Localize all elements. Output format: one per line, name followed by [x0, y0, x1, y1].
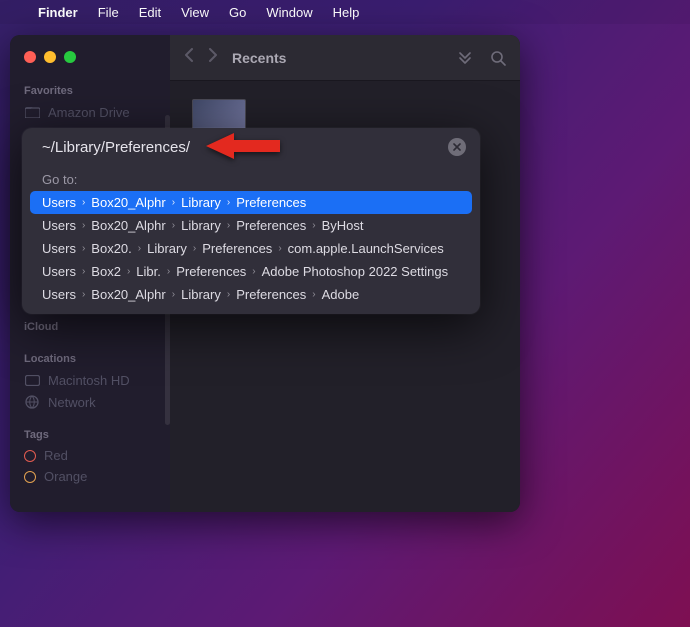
- goto-suggestion-list: Users›Box20_Alphr›Library›PreferencesUse…: [22, 191, 480, 306]
- goto-suggestion-item[interactable]: Users›Box20.›Library›Preferences›com.app…: [30, 237, 472, 260]
- path-segment: Preferences: [202, 241, 272, 256]
- chevron-right-icon: ›: [161, 266, 176, 277]
- goto-suggestion-item[interactable]: Users›Box2›Libr.›Preferences›Adobe Photo…: [30, 260, 472, 283]
- clear-input-button[interactable]: [448, 138, 466, 156]
- drive-icon: [24, 372, 40, 388]
- path-segment: Box20.: [91, 241, 131, 256]
- chevron-right-icon: ›: [166, 289, 181, 300]
- path-segment: Adobe: [322, 287, 360, 302]
- sidebar-section-icloud: iCloud: [10, 311, 170, 337]
- chevron-right-icon: ›: [221, 197, 236, 208]
- path-segment: Box2: [91, 264, 121, 279]
- sidebar-tag-red[interactable]: Red: [10, 445, 170, 466]
- goto-path-input[interactable]: [42, 139, 448, 156]
- back-button[interactable]: [184, 48, 194, 67]
- sidebar-section-tags: Tags: [10, 419, 170, 445]
- path-segment: Library: [181, 195, 221, 210]
- path-segment: Box20_Alphr: [91, 195, 165, 210]
- overflow-icon[interactable]: [456, 50, 474, 66]
- menubar-file[interactable]: File: [98, 5, 119, 20]
- path-segment: Library: [181, 218, 221, 233]
- close-button[interactable]: [24, 51, 36, 63]
- folder-icon: [24, 104, 40, 120]
- chevron-right-icon: ›: [76, 266, 91, 277]
- path-segment: ByHost: [322, 218, 364, 233]
- chevron-right-icon: ›: [221, 220, 236, 231]
- chevron-right-icon: ›: [306, 220, 321, 231]
- sidebar-item-macintosh-hd[interactable]: Macintosh HD: [10, 369, 170, 391]
- path-segment: Library: [181, 287, 221, 302]
- zoom-button[interactable]: [64, 51, 76, 63]
- sidebar-item-label: Amazon Drive: [48, 105, 130, 120]
- network-icon: [24, 394, 40, 410]
- sidebar-item-amazon-drive[interactable]: Amazon Drive: [10, 101, 170, 123]
- goto-suggestion-item[interactable]: Users›Box20_Alphr›Library›Preferences›By…: [30, 214, 472, 237]
- chevron-right-icon: ›: [187, 243, 202, 254]
- menubar-help[interactable]: Help: [333, 5, 360, 20]
- go-to-folder-sheet: Go to: Users›Box20_Alphr›Library›Prefere…: [22, 128, 480, 314]
- finder-toolbar: Recents: [170, 35, 520, 81]
- sidebar-item-label: Macintosh HD: [48, 373, 130, 388]
- sidebar-item-label: Red: [44, 448, 68, 463]
- chevron-right-icon: ›: [76, 220, 91, 231]
- sidebar-item-label: Network: [48, 395, 96, 410]
- path-segment: Preferences: [236, 218, 306, 233]
- goto-suggestion-item[interactable]: Users›Box20_Alphr›Library›Preferences: [30, 191, 472, 214]
- window-controls: [10, 43, 170, 75]
- path-segment: Preferences: [176, 264, 246, 279]
- path-segment: Adobe Photoshop 2022 Settings: [262, 264, 448, 279]
- sidebar-section-locations: Locations: [10, 343, 170, 369]
- sidebar-section-favorites: Favorites: [10, 75, 170, 101]
- chevron-right-icon: ›: [121, 266, 136, 277]
- path-segment: Box20_Alphr: [91, 218, 165, 233]
- path-segment: Library: [147, 241, 187, 256]
- path-segment: Preferences: [236, 195, 306, 210]
- menubar-view[interactable]: View: [181, 5, 209, 20]
- menubar-window[interactable]: Window: [266, 5, 312, 20]
- goto-label: Go to:: [22, 166, 480, 191]
- path-segment: Users: [42, 195, 76, 210]
- forward-button[interactable]: [208, 48, 218, 67]
- menubar-go[interactable]: Go: [229, 5, 246, 20]
- chevron-right-icon: ›: [166, 220, 181, 231]
- window-title: Recents: [232, 50, 442, 66]
- chevron-right-icon: ›: [246, 266, 261, 277]
- search-icon[interactable]: [490, 50, 506, 66]
- sidebar-item-network[interactable]: Network: [10, 391, 170, 413]
- path-segment: Users: [42, 264, 76, 279]
- sidebar-item-label: Orange: [44, 469, 87, 484]
- tag-dot-icon: [24, 450, 36, 462]
- chevron-right-icon: ›: [272, 243, 287, 254]
- path-segment: Users: [42, 218, 76, 233]
- tag-dot-icon: [24, 471, 36, 483]
- path-segment: Users: [42, 287, 76, 302]
- chevron-right-icon: ›: [76, 243, 91, 254]
- path-segment: Preferences: [236, 287, 306, 302]
- minimize-button[interactable]: [44, 51, 56, 63]
- menubar-app[interactable]: Finder: [38, 5, 78, 20]
- system-menubar: Finder File Edit View Go Window Help: [0, 0, 690, 24]
- path-segment: Box20_Alphr: [91, 287, 165, 302]
- path-segment: com.apple.LaunchServices: [288, 241, 444, 256]
- chevron-right-icon: ›: [306, 289, 321, 300]
- menubar-edit[interactable]: Edit: [139, 5, 161, 20]
- sidebar-tag-orange[interactable]: Orange: [10, 466, 170, 487]
- path-segment: Users: [42, 241, 76, 256]
- chevron-right-icon: ›: [221, 289, 236, 300]
- path-segment: Libr.: [136, 264, 161, 279]
- goto-suggestion-item[interactable]: Users›Box20_Alphr›Library›Preferences›Ad…: [30, 283, 472, 306]
- chevron-right-icon: ›: [76, 289, 91, 300]
- chevron-right-icon: ›: [132, 243, 147, 254]
- chevron-right-icon: ›: [76, 197, 91, 208]
- chevron-right-icon: ›: [166, 197, 181, 208]
